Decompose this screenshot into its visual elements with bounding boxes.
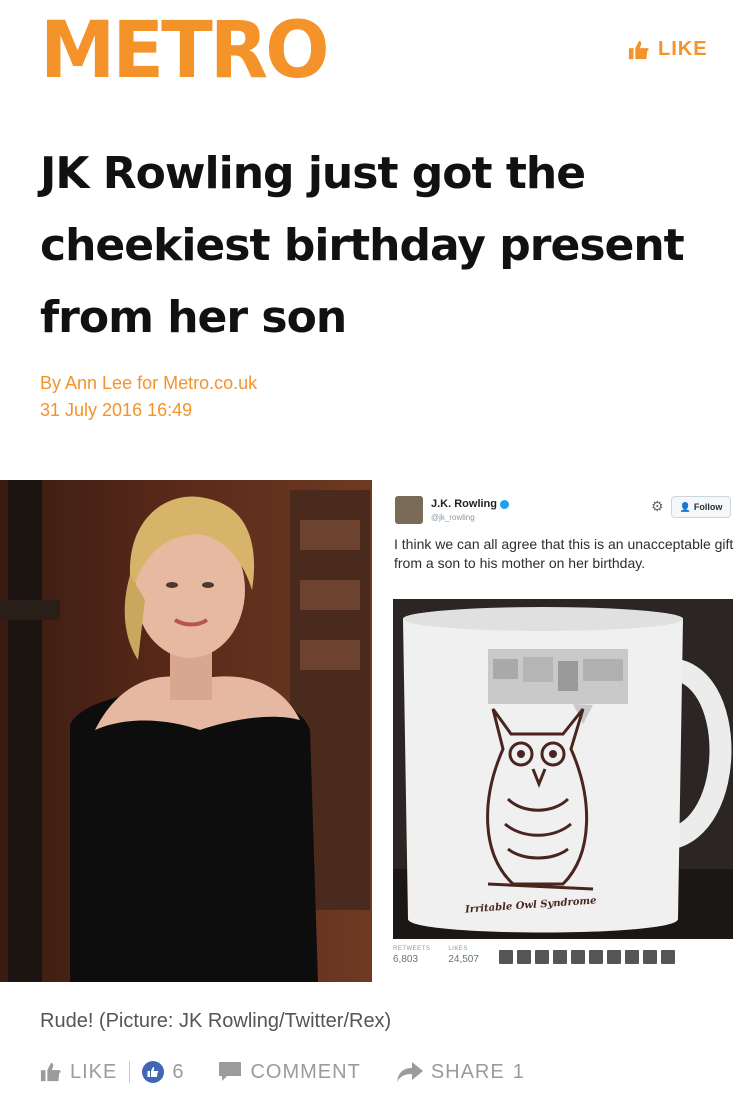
follow-button[interactable]: 👤 Follow (671, 496, 731, 518)
share-count: 1 (512, 1060, 525, 1083)
divider (129, 1061, 131, 1083)
image-caption: Rude! (Picture: JK Rowling/Twitter/Rex) (40, 1010, 392, 1032)
retweets-stat[interactable]: RETWEETS 6,803 (393, 946, 430, 965)
article-meta: By Ann Lee for Metro.co.uk 31 July 2016 … (40, 370, 257, 424)
liker-avatar[interactable] (535, 950, 549, 964)
like-count-badge: 6 (142, 1061, 184, 1084)
add-user-icon: 👤 (679, 501, 691, 512)
liker-avatar[interactable] (643, 950, 657, 964)
comment-icon (219, 1062, 242, 1081)
liker-avatars[interactable] (499, 950, 675, 964)
likes-label: LIKES (448, 946, 468, 952)
article-headline: JK Rowling just got the cheekiest birthd… (40, 148, 685, 343)
verified-icon (500, 499, 510, 509)
embedded-tweet[interactable]: J.K. Rowling @jk_rowling ⚙ 👤 Follow I th… (385, 480, 750, 982)
liker-avatar[interactable] (517, 950, 531, 964)
liker-avatar[interactable] (661, 950, 675, 964)
liker-avatar[interactable] (571, 950, 585, 964)
retweets-count: 6,803 (393, 954, 419, 965)
jk-rowling-photo (0, 480, 372, 982)
action-bar: LIKE 6 COMMENT SHARE 1 (40, 1057, 525, 1087)
like-page-button[interactable]: LIKE (628, 38, 708, 61)
article-media[interactable]: J.K. Rowling @jk_rowling ⚙ 👤 Follow I th… (0, 480, 750, 982)
liker-avatar[interactable] (625, 950, 639, 964)
comment-label: COMMENT (250, 1060, 361, 1083)
retweets-label: RETWEETS (393, 946, 431, 952)
liker-avatar[interactable] (607, 950, 621, 964)
share-label: SHARE (430, 1060, 505, 1083)
likes-count: 24,507 (448, 954, 479, 965)
follow-label: Follow (693, 502, 723, 512)
share-arrow-icon (396, 1062, 423, 1082)
like-count: 6 (172, 1060, 185, 1083)
liker-avatar[interactable] (589, 950, 603, 964)
owl-mug-image[interactable] (393, 599, 733, 939)
liker-avatar[interactable] (499, 950, 513, 964)
tweet-text: I think we can all agree that this is an… (394, 536, 734, 571)
like-button[interactable]: LIKE (40, 1061, 117, 1084)
share-button[interactable]: SHARE 1 (396, 1060, 525, 1084)
tweet-avatar[interactable] (395, 496, 423, 524)
tweet-author-name-text: J.K. Rowling (431, 498, 497, 510)
tweet-author-handle: @jk_rowling (431, 513, 475, 522)
thumbs-up-icon (628, 40, 649, 59)
thumbs-up-icon (40, 1062, 61, 1082)
like-page-label: LIKE (658, 38, 708, 60)
gear-icon[interactable]: ⚙ (651, 498, 664, 515)
metro-logo[interactable]: METRO (40, 6, 330, 96)
article-date: 31 July 2016 16:49 (40, 400, 193, 420)
likes-stat[interactable]: LIKES 24,507 (448, 946, 479, 965)
tweet-author-name[interactable]: J.K. Rowling (431, 498, 510, 510)
comment-button[interactable]: COMMENT (218, 1061, 360, 1084)
liker-avatar[interactable] (553, 950, 567, 964)
article-byline[interactable]: By Ann Lee for Metro.co.uk (40, 370, 257, 397)
like-label: LIKE (70, 1060, 118, 1083)
facebook-like-icon (142, 1061, 165, 1083)
tweet-stats: RETWEETS 6,803 LIKES 24,507 (393, 946, 479, 965)
site-header: METRO LIKE (0, 0, 750, 110)
